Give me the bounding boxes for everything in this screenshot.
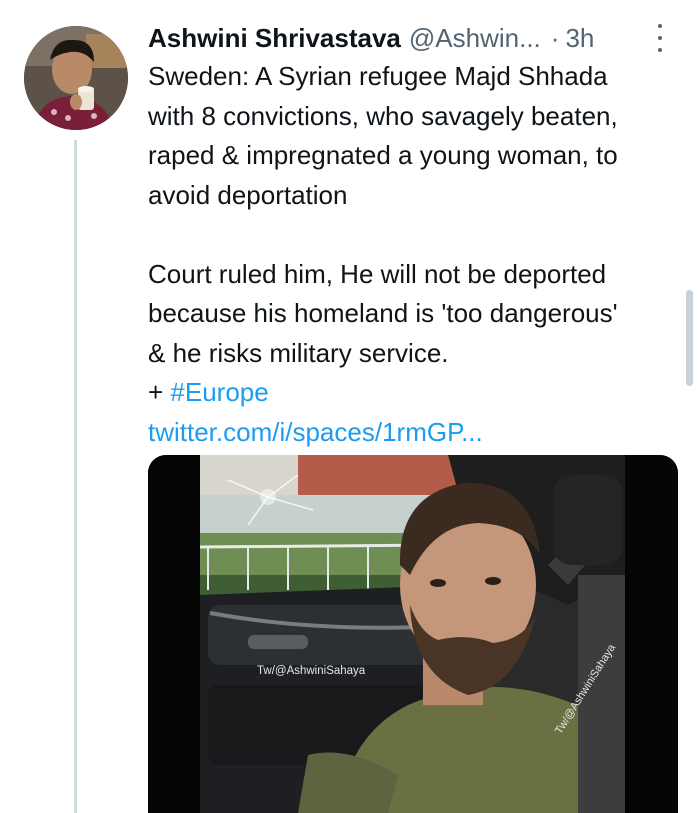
author-name[interactable]: Ashwini Shrivastava: [148, 23, 401, 54]
link-line: twitter.com/i/spaces/1rmGP...: [148, 413, 688, 453]
separator-dot: ·: [550, 22, 560, 53]
avatar-photo: [24, 26, 128, 130]
scrollbar-thumb[interactable]: [686, 290, 693, 386]
more-dot: [658, 36, 662, 40]
media-photo: [148, 455, 678, 813]
media-watermark: Tw/@AshwiniSahaya: [257, 665, 366, 677]
tweet-media[interactable]: Tw/@AshwiniSahaya Tw/@AshwiniSahaya: [148, 455, 678, 813]
tweet-paragraph: Sweden: A Syrian refugee Majd Shhada wit…: [148, 61, 618, 210]
hashtag-prefix: +: [148, 377, 171, 407]
author-handle[interactable]: @Ashwin...: [409, 23, 541, 54]
tweet-paragraph: Court ruled him, He will not be deported…: [148, 258, 618, 368]
hashtag-line: + #Europe: [148, 373, 688, 413]
thread-line: [74, 140, 77, 813]
more-dot: [658, 48, 662, 52]
spaces-link[interactable]: twitter.com/i/spaces/1rmGP...: [148, 417, 483, 447]
more-vertical-icon[interactable]: [648, 24, 672, 52]
timestamp[interactable]: 3h: [565, 23, 594, 54]
more-dot: [658, 24, 662, 28]
hashtag-link[interactable]: #Europe: [170, 377, 268, 407]
avatar[interactable]: [24, 26, 128, 130]
tweet-text: Sweden: A Syrian refugee Majd Shhada wit…: [148, 57, 688, 452]
tweet-header: Ashwini Shrivastava @Ashwin... · 3h: [148, 20, 683, 56]
